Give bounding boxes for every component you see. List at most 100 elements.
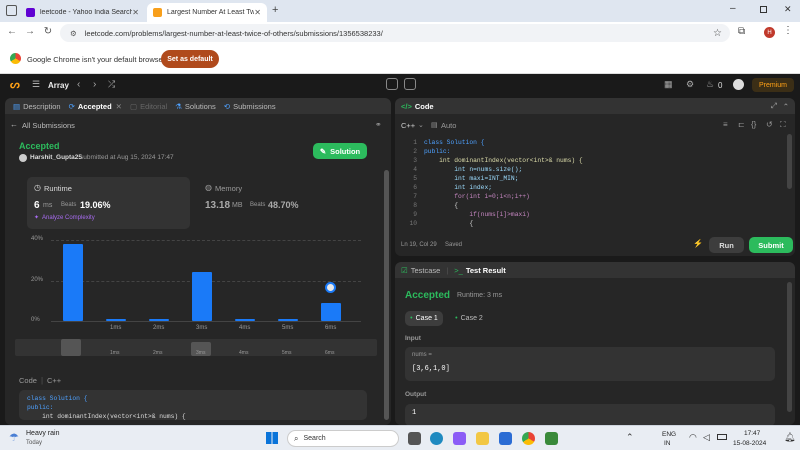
leetcode-logo-icon[interactable]: ᔕ xyxy=(10,78,20,91)
browser-menu-icon[interactable]: ⋮ xyxy=(783,25,793,36)
braces-icon[interactable]: {} xyxy=(751,120,756,129)
code-area[interactable]: class Solution { public: int dominantInd… xyxy=(424,138,779,228)
chart-bar[interactable] xyxy=(106,318,126,321)
result-scrollbar[interactable] xyxy=(787,282,792,412)
tab-accepted[interactable]: Accepted xyxy=(78,102,112,111)
case-2-tab[interactable]: • Case 2 xyxy=(450,311,488,326)
tray-chevron-icon[interactable]: ⌃ xyxy=(626,432,634,443)
tab-search-icon[interactable] xyxy=(6,5,17,16)
analyze-complexity-link[interactable]: Analyze Complexity xyxy=(42,215,95,221)
extensions-icon[interactable]: ⧉ xyxy=(738,26,745,37)
cursor-position: Ln 19, Col 29 xyxy=(401,242,437,248)
windows-start-icon[interactable] xyxy=(266,432,278,444)
format-icon[interactable]: ≡ xyxy=(723,120,728,129)
browser-tab-yahoo[interactable]: leetcode - Yahoo India Search R ✕ xyxy=(20,3,145,22)
set-default-button[interactable]: Set as default xyxy=(161,50,219,68)
var-name: nums = xyxy=(412,352,432,358)
new-tab-icon[interactable]: + xyxy=(272,4,278,16)
language-label[interactable]: ENG xyxy=(662,431,676,438)
battery-icon[interactable] xyxy=(717,434,727,440)
all-submissions-link[interactable]: All Submissions xyxy=(22,121,75,130)
collapse-icon[interactable]: ⌃ xyxy=(783,102,789,111)
debug-icon[interactable] xyxy=(386,78,398,90)
run-button[interactable]: Run xyxy=(709,237,744,253)
problem-list-icon[interactable]: ☰ xyxy=(32,79,40,90)
solution-button[interactable]: ✎ Solution xyxy=(313,143,367,159)
close-tab-icon[interactable]: ✕ xyxy=(132,8,139,17)
wifi-icon[interactable]: ◠ xyxy=(689,432,697,443)
premium-button[interactable]: Premium xyxy=(752,78,794,92)
layout-icon[interactable]: ▦ xyxy=(664,79,673,90)
next-problem-icon[interactable]: › xyxy=(93,79,96,90)
leetcode-helper-icon[interactable]: ⚡ xyxy=(693,239,703,248)
back-arrow-icon[interactable]: ← xyxy=(10,120,18,129)
app-icon[interactable] xyxy=(545,432,558,445)
code-icon: </> xyxy=(401,101,412,111)
share-link-icon[interactable]: ⚭ xyxy=(375,120,382,129)
case-1-tab[interactable]: • Case 1 xyxy=(405,311,443,326)
chart-bar[interactable] xyxy=(278,318,298,321)
settings-icon[interactable]: ⚙ xyxy=(686,79,694,90)
notification-bell-icon[interactable]: 🔔︎ xyxy=(784,432,795,443)
site-info-icon[interactable]: ⚙ xyxy=(70,29,77,38)
restore-icon[interactable] xyxy=(760,6,767,13)
bookmark-icon[interactable]: ⊏ xyxy=(738,120,745,129)
editor-scrollbar[interactable] xyxy=(787,134,792,189)
auto-label[interactable]: Auto xyxy=(441,121,456,130)
task-view-icon[interactable] xyxy=(408,432,421,445)
chart-bar[interactable] xyxy=(63,244,83,321)
runtime-card[interactable]: ◷ Runtime 6 ms Beats 19.06% ✦ Analyze Co… xyxy=(27,177,190,229)
expand-icon[interactable]: ⤢ xyxy=(771,101,777,111)
streak-icon[interactable]: ♨ xyxy=(706,79,714,90)
chart-bar[interactable] xyxy=(235,318,255,321)
prev-problem-icon[interactable]: ‹ xyxy=(77,79,80,90)
tab-label: Largest Number At Least Twice xyxy=(167,9,255,16)
chrome-taskbar-icon[interactable] xyxy=(522,432,535,445)
submit-button[interactable]: Submit xyxy=(749,237,793,253)
submitter-name[interactable]: Harshit_Gupta25 xyxy=(30,154,82,161)
clock-time[interactable]: 17:47 xyxy=(744,430,760,437)
store-icon[interactable] xyxy=(499,432,512,445)
minimize-icon[interactable]: – xyxy=(730,3,736,14)
url-bar[interactable]: ⚙ leetcode.com/problems/largest-number-a… xyxy=(60,24,730,42)
chart-bar[interactable] xyxy=(321,302,341,321)
forward-icon[interactable]: → xyxy=(24,26,36,37)
close-window-icon[interactable]: ✕ xyxy=(784,4,792,15)
chart-bar[interactable] xyxy=(149,318,169,321)
weather-label[interactable]: Heavy rain xyxy=(26,430,59,437)
user-avatar[interactable] xyxy=(733,79,744,90)
back-icon[interactable]: ← xyxy=(6,26,18,37)
tab-solutions[interactable]: Solutions xyxy=(185,102,216,111)
browser-tab-leetcode[interactable]: Largest Number At Least Twice ✕ xyxy=(147,3,267,22)
copilot-icon[interactable] xyxy=(453,432,466,445)
reset-icon[interactable]: ↺ xyxy=(766,120,773,129)
tab-test-result[interactable]: Test Result xyxy=(466,266,506,275)
edge-icon[interactable] xyxy=(430,432,443,445)
profile-avatar[interactable]: H xyxy=(764,27,775,38)
notes-icon[interactable] xyxy=(404,78,416,90)
close-tab-icon[interactable]: ✕ xyxy=(254,8,261,17)
weather-icon[interactable]: ☂ xyxy=(9,431,19,444)
file-explorer-icon[interactable] xyxy=(476,432,489,445)
line-number: 2 xyxy=(413,148,417,155)
clock-date: 15-08-2024 xyxy=(733,440,767,447)
left-scrollbar[interactable] xyxy=(384,170,389,420)
chart-bar[interactable] xyxy=(192,272,212,321)
close-accepted-tab-icon[interactable]: ✕ xyxy=(116,102,122,111)
range-selector[interactable]: 1ms 2ms 3ms 4ms 5ms 6ms xyxy=(15,339,377,356)
language-select[interactable]: C++ xyxy=(401,121,415,130)
problem-list-label[interactable]: Array xyxy=(48,81,69,90)
tab-testcase[interactable]: Testcase xyxy=(411,266,441,275)
fullscreen-icon[interactable]: ⛶ xyxy=(780,120,786,130)
reload-icon[interactable]: ↻ xyxy=(42,26,54,37)
tab-description[interactable]: Description xyxy=(23,102,61,111)
chrome-logo-icon xyxy=(10,53,21,64)
taskbar-search[interactable]: ⌕ Search xyxy=(287,430,399,447)
bookmark-star-icon[interactable]: ☆ xyxy=(713,28,722,39)
search-icon: ⌕ xyxy=(294,433,299,443)
volume-icon[interactable]: ◁ xyxy=(703,432,710,443)
tab-submissions[interactable]: Submissions xyxy=(233,102,276,111)
shuffle-icon[interactable]: ⤮ xyxy=(108,79,115,90)
line-number: 8 xyxy=(413,202,417,209)
tab-editorial[interactable]: Editorial xyxy=(140,102,167,111)
